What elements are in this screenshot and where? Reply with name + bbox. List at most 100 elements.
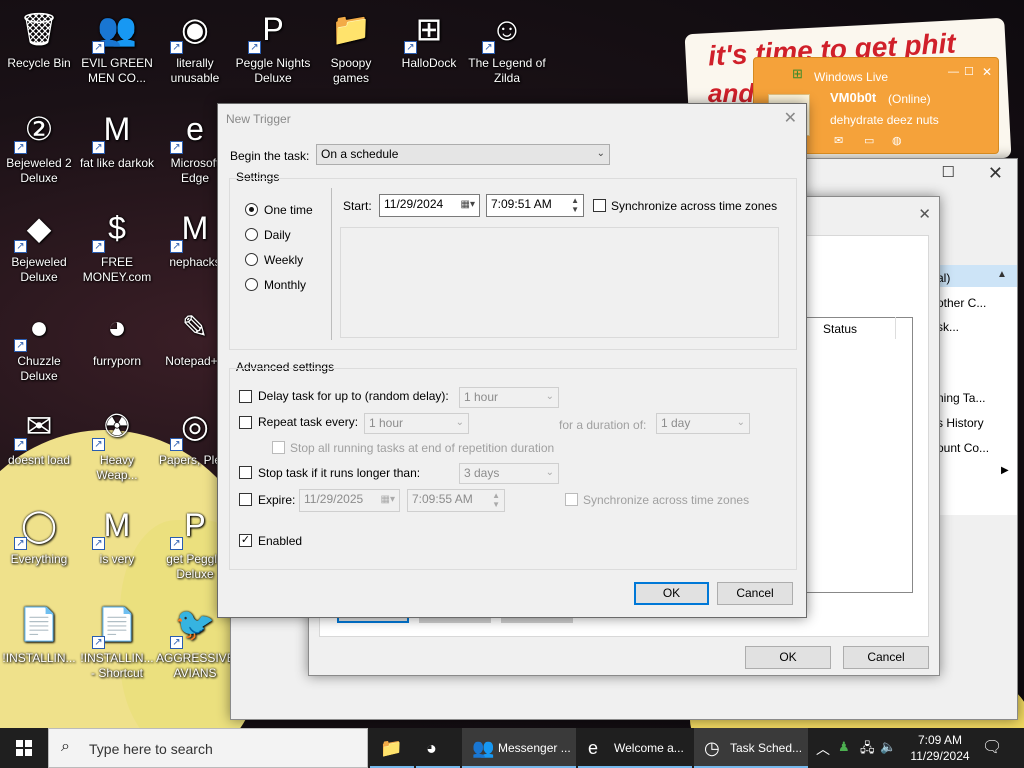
- enabled-label: Enabled: [258, 534, 303, 548]
- expire-checkbox[interactable]: [239, 493, 252, 506]
- delay-checkbox[interactable]: [239, 390, 252, 403]
- expand-arrow-icon[interactable]: ▶: [1001, 465, 1009, 476]
- folder-icon[interactable]: ▭: [864, 134, 874, 147]
- weekly-radio[interactable]: [245, 253, 258, 266]
- begin-task-select[interactable]: On a schedule ⌄: [316, 144, 610, 165]
- show-hidden-icons-icon[interactable]: ︿: [816, 739, 830, 759]
- messenger-tray-icon[interactable]: ♟: [838, 739, 850, 755]
- shortcut-arrow-icon: ↗: [92, 240, 105, 253]
- taskbar-app[interactable]: ◷ Task Sched...: [694, 728, 808, 768]
- stop-running-checkbox[interactable]: [272, 441, 285, 454]
- start-date-picker[interactable]: 11/29/2024 ▦▾: [379, 194, 480, 217]
- expire-time-field[interactable]: 7:09:55 AM ▲ ▼: [407, 489, 505, 512]
- column-header-status[interactable]: Status: [823, 322, 857, 336]
- new-trigger-dialog[interactable]: New Trigger ✕ Begin the task: On a sched…: [217, 103, 807, 618]
- desktop-icon[interactable]: 👥 ↗ EVIL GREEN MEN CO...: [78, 6, 156, 86]
- start-time-field[interactable]: 7:09:51 AM ▲ ▼: [486, 194, 584, 217]
- action-item[interactable]: ount Co...: [937, 441, 989, 455]
- shortcut-arrow-icon: ↗: [14, 240, 27, 253]
- start-button[interactable]: [0, 728, 48, 768]
- expire-date-picker[interactable]: 11/29/2025 ▦▾: [299, 489, 400, 512]
- action-item[interactable]: s History: [937, 416, 984, 430]
- spin-arrows-icon[interactable]: ▲ ▼: [492, 491, 500, 509]
- close-icon[interactable]: ✕: [982, 65, 992, 79]
- time[interactable]: 7:09 AM: [914, 733, 966, 747]
- collapse-icon[interactable]: ▲: [997, 269, 1007, 280]
- contact-status: (Online): [888, 92, 931, 106]
- stop-longer-select[interactable]: 3 days ⌄: [459, 463, 559, 484]
- desktop-icon[interactable]: 📁 Spoopy games: [312, 6, 390, 86]
- shortcut-arrow-icon: ↗: [482, 41, 495, 54]
- one-time-label: One time: [264, 203, 313, 217]
- action-item[interactable]: other C...: [937, 296, 986, 310]
- taskbar-app[interactable]: 📁: [370, 728, 414, 768]
- desktop-icon[interactable]: P ↗ Peggle Nights Deluxe: [234, 6, 312, 86]
- app-icon: M ↗: [92, 502, 140, 550]
- desktop-icon[interactable]: ☺ ↗ The Legend of Zilda: [468, 6, 546, 86]
- properties-cancel-button[interactable]: Cancel: [843, 646, 929, 669]
- duration-select[interactable]: 1 day ⌄: [656, 413, 750, 434]
- desktop-icon[interactable]: $ ↗ FREE MONEY.com: [78, 205, 156, 285]
- desktop-icon[interactable]: 📄 ↗ !INSTALLIN... - Shortcut: [78, 601, 156, 681]
- desktop-icon[interactable]: 📄 !INSTALLIN...: [0, 601, 78, 666]
- desktop-icon[interactable]: 🗑 Recycle Bin: [0, 6, 78, 71]
- app-icon: e ↗: [170, 106, 218, 154]
- desktop-icon[interactable]: ◯ ↗ Everything: [0, 502, 78, 567]
- stop-longer-checkbox[interactable]: [239, 466, 252, 479]
- chevron-down-icon: ⌄: [455, 417, 464, 428]
- app-icon: 🐦 ↗: [170, 601, 218, 649]
- delay-select[interactable]: 1 hour ⌄: [459, 387, 559, 408]
- close-icon[interactable]: ✕: [988, 163, 1003, 184]
- monthly-radio[interactable]: [245, 278, 258, 291]
- sync-timezones-checkbox[interactable]: [593, 199, 606, 212]
- taskbar-app[interactable]: ◕: [416, 728, 460, 768]
- desktop-icon[interactable]: M ↗ is very: [78, 502, 156, 567]
- desktop[interactable]: it's time to get phit and 🗑 Recycle Bin 👥 ↗…: [0, 0, 1024, 728]
- taskbar-app[interactable]: e Welcome a...: [578, 728, 692, 768]
- desktop-icon[interactable]: ✉ ↗ doesnt load: [0, 403, 78, 468]
- desktop-icon-label: The Legend of Zilda: [468, 56, 546, 85]
- desktop-icon[interactable]: ◕ furryporn: [78, 304, 156, 369]
- desktop-icon[interactable]: ◉ ↗ literally unusable: [156, 6, 234, 86]
- settings-divider: [331, 188, 332, 340]
- maximize-icon[interactable]: ☐: [942, 163, 955, 181]
- close-icon[interactable]: ✕: [918, 205, 931, 223]
- app-icon: 🗑: [18, 11, 60, 47]
- desktop-icon[interactable]: ● ↗ Chuzzle Deluxe: [0, 304, 78, 384]
- minimize-icon[interactable]: —: [948, 66, 959, 78]
- desktop-icon[interactable]: ☢ ↗ Heavy Weap...: [78, 403, 156, 483]
- search-box[interactable]: ⌕ Type here to search: [48, 728, 368, 768]
- close-icon[interactable]: ✕: [784, 108, 797, 128]
- volume-icon[interactable]: 🔈: [880, 739, 896, 755]
- calendar-icon[interactable]: ▦▾: [381, 494, 395, 505]
- shortcut-arrow-icon: ↗: [92, 537, 105, 550]
- repeat-select[interactable]: 1 hour ⌄: [364, 413, 469, 434]
- spin-arrows-icon[interactable]: ▲ ▼: [571, 196, 579, 214]
- action-item[interactable]: ning Ta...: [937, 391, 985, 405]
- mail-icon[interactable]: ✉: [834, 134, 843, 147]
- calendar-icon[interactable]: ▦▾: [461, 199, 475, 210]
- shortcut-arrow-icon: ↗: [14, 438, 27, 451]
- shortcut-arrow-icon: ↗: [92, 41, 105, 54]
- taskbar-app-icon: 👥: [472, 738, 495, 758]
- ok-button[interactable]: OK: [634, 582, 709, 605]
- desktop-icon[interactable]: M ↗ fat like darkok: [78, 106, 156, 171]
- properties-ok-button[interactable]: OK: [745, 646, 831, 669]
- enabled-checkbox[interactable]: ✓: [239, 534, 252, 547]
- globe-icon[interactable]: ◍: [892, 134, 902, 147]
- action-item[interactable]: sk...: [937, 320, 959, 334]
- maximize-icon[interactable]: ☐: [964, 65, 974, 78]
- network-icon[interactable]: 🖧: [860, 739, 875, 761]
- taskbar-app[interactable]: 👥 Messenger ...: [462, 728, 576, 768]
- desktop-icon[interactable]: ⊞ ↗ HalloDock: [390, 6, 468, 71]
- cancel-button[interactable]: Cancel: [717, 582, 793, 605]
- taskbar-app-label: Welcome a...: [614, 741, 684, 755]
- desktop-icon[interactable]: ◆ ↗ Bejeweled Deluxe: [0, 205, 78, 285]
- expire-sync-checkbox[interactable]: [565, 493, 578, 506]
- one-time-radio[interactable]: [245, 203, 258, 216]
- repeat-checkbox[interactable]: [239, 416, 252, 429]
- notifications-icon[interactable]: 🗨: [982, 737, 1002, 757]
- date[interactable]: 11/29/2024: [906, 749, 974, 763]
- desktop-icon[interactable]: ② ↗ Bejeweled 2 Deluxe: [0, 106, 78, 186]
- daily-radio[interactable]: [245, 228, 258, 241]
